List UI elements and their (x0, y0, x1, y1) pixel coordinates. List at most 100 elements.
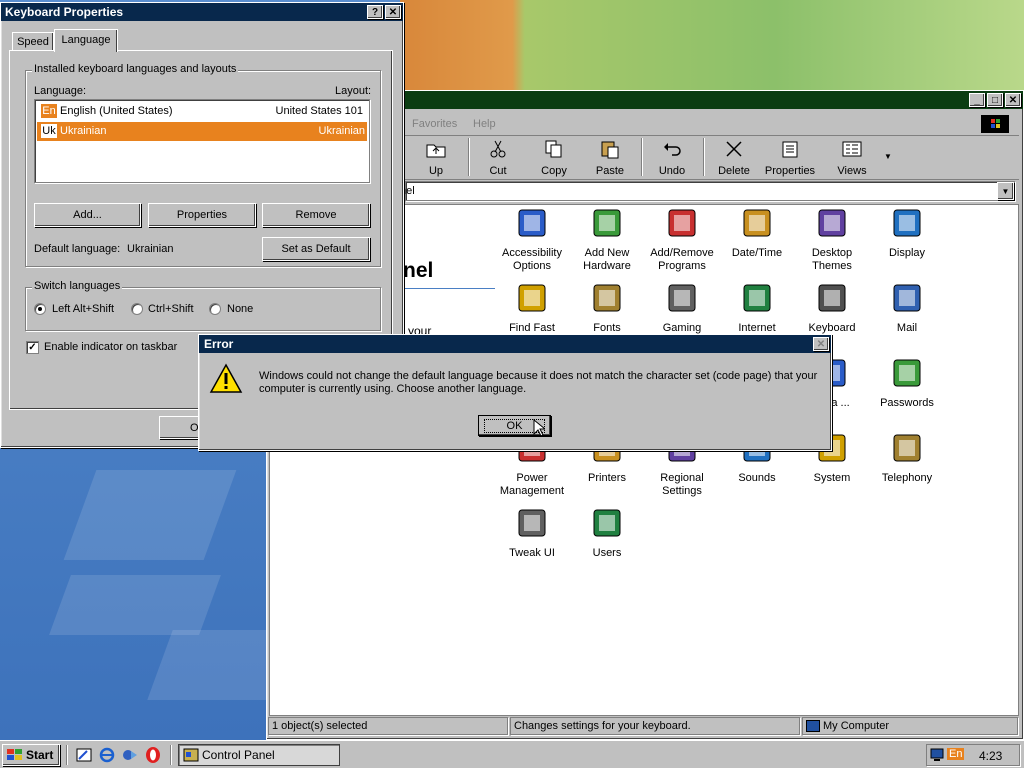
lang-code-badge: Uk (41, 124, 57, 138)
radio-selected-icon (34, 303, 46, 315)
tab-language[interactable]: Language (54, 29, 118, 52)
cp-item-label: Regional Settings (660, 472, 704, 497)
toolbar-cut-button[interactable]: Cut (480, 139, 516, 177)
properties-icon (782, 141, 798, 158)
cp-item-label: Add New Hardware (583, 247, 631, 272)
tray-clock[interactable]: 4:23 (979, 749, 1002, 763)
error-close-button[interactable]: ✕ (813, 337, 829, 351)
properties-button[interactable]: Properties (148, 203, 256, 227)
list-item-selected[interactable]: Uk Ukrainian Ukrainian (37, 122, 367, 141)
users-icon (593, 509, 621, 537)
cp-item-passwords[interactable]: Passwords (867, 357, 947, 410)
error-titlebar: Error ✕ (199, 335, 831, 353)
cp-item-hardware[interactable]: Add New Hardware (567, 207, 647, 273)
telephony-icon (893, 434, 921, 462)
cp-item-programs[interactable]: Add/Remove Programs (642, 207, 722, 273)
cp-item-datetime[interactable]: Date/Time (717, 207, 797, 260)
remove-button[interactable]: Remove (262, 203, 370, 227)
scissors-icon (490, 140, 506, 158)
close-button[interactable]: ✕ (385, 5, 401, 19)
maximize-button[interactable]: □ (987, 93, 1003, 107)
cp-item-label: Sounds (738, 472, 776, 484)
cp-item-tweakui[interactable]: Tweak UI (492, 507, 572, 560)
cp-item-mail[interactable]: Mail (867, 282, 947, 335)
cp-item-label: Telephony (881, 472, 933, 484)
passwords-icon (893, 359, 921, 387)
internet-explorer-icon[interactable] (98, 747, 116, 763)
cp-item-label: Printers (588, 472, 626, 484)
cp-item-fonts[interactable]: Fonts (567, 282, 647, 335)
status-selected: 1 object(s) selected (268, 717, 508, 735)
toolbar-paste-label: Paste (595, 165, 625, 177)
cp-item-findfast[interactable]: Find Fast (492, 282, 572, 335)
computer-icon (806, 720, 820, 732)
tray-language-indicator[interactable]: En (947, 748, 965, 760)
show-desktop-icon[interactable] (76, 748, 92, 762)
cp-item-display[interactable]: Display (867, 207, 947, 260)
start-button[interactable]: Start (2, 744, 60, 766)
mouse-cursor-icon (533, 419, 545, 437)
address-dropdown-button[interactable]: ▼ (997, 182, 1014, 200)
opera-icon[interactable] (144, 746, 162, 764)
control-panel-icon (183, 748, 199, 762)
toolbar-copy-button[interactable]: Copy (536, 139, 572, 177)
toolbar-undo-button[interactable]: Undo (654, 139, 690, 177)
menu-help[interactable]: Help (473, 118, 496, 130)
delete-icon (726, 141, 742, 157)
error-dialog: Error ✕ Windows could not change the def… (198, 334, 832, 451)
cp-item-label: Passwords (880, 397, 934, 409)
wallpaper-shape (63, 470, 237, 560)
menu-favorites[interactable]: Favorites (412, 118, 457, 130)
add-button[interactable]: Add... (34, 203, 141, 227)
cp-item-gaming[interactable]: Gaming (642, 282, 722, 335)
toolbar-copy-label: Copy (541, 165, 567, 177)
toolbar-paste-button[interactable]: Paste (591, 139, 629, 177)
cp-item-internet[interactable]: Internet (717, 282, 797, 335)
minimize-button[interactable]: _ (969, 93, 985, 107)
tray-computer-icon[interactable] (930, 748, 944, 762)
language-list[interactable]: En English (United States) United States… (34, 99, 370, 183)
toolbar-separator (641, 138, 642, 176)
outlook-express-icon[interactable] (121, 747, 139, 763)
tab-language-label: Language (61, 34, 111, 46)
toolbar-separator (703, 138, 704, 176)
taskbar-control-panel-button[interactable]: Control Panel (178, 744, 340, 766)
layout-column-label: Layout: (335, 85, 372, 97)
toolbar-views-label: Views (837, 165, 867, 177)
toolbar-properties-button[interactable]: Properties (763, 139, 817, 177)
cp-item-label: Power Management (499, 472, 565, 497)
taskbar-task-label: Control Panel (202, 748, 275, 762)
installed-group-label: Installed keyboard languages and layouts (32, 63, 239, 75)
list-item-layout: United States 101 (275, 105, 363, 117)
toolbar-properties-label: Properties (764, 165, 816, 177)
keyboard-icon (818, 284, 846, 312)
help-button[interactable]: ? (367, 5, 383, 19)
tab-speed-label: Speed (17, 36, 49, 48)
cp-item-telephony[interactable]: Telephony (867, 432, 947, 485)
left-pane-rule (403, 288, 495, 289)
views-dropdown-icon[interactable]: ▼ (884, 152, 892, 161)
list-item[interactable]: En English (United States) United States… (39, 102, 367, 120)
display-icon (893, 209, 921, 237)
status-location-label: My Computer (823, 720, 890, 732)
list-item-layout: Ukrainian (318, 125, 365, 137)
cp-item-themes[interactable]: Desktop Themes (792, 207, 872, 273)
taskbar: Start Control Panel En 4:23 (0, 740, 1024, 768)
close-button[interactable]: ✕ (1005, 93, 1021, 107)
fonts-icon (593, 284, 621, 312)
cp-item-users[interactable]: Users (567, 507, 647, 560)
cp-item-accessibility[interactable]: Accessibility Options (492, 207, 572, 273)
tab-speed[interactable]: Speed (12, 32, 54, 51)
toolbar-views-button[interactable]: Views (833, 139, 871, 177)
cp-item-label: Desktop Themes (811, 247, 853, 272)
internet-icon (743, 284, 771, 312)
set-as-default-button[interactable]: Set as Default (262, 237, 370, 261)
default-language-label: Default language: (34, 243, 121, 255)
cp-item-label: Tweak UI (509, 547, 555, 559)
cp-item-keyboard[interactable]: Keyboard (792, 282, 872, 335)
tweakui-icon (518, 509, 546, 537)
address-bar[interactable]: nel ▼ (400, 181, 1015, 201)
toolbar-delete-button[interactable]: Delete (714, 139, 754, 177)
radio-label: Ctrl+Shift (148, 303, 194, 315)
toolbar-up-button[interactable]: Up (420, 139, 452, 177)
